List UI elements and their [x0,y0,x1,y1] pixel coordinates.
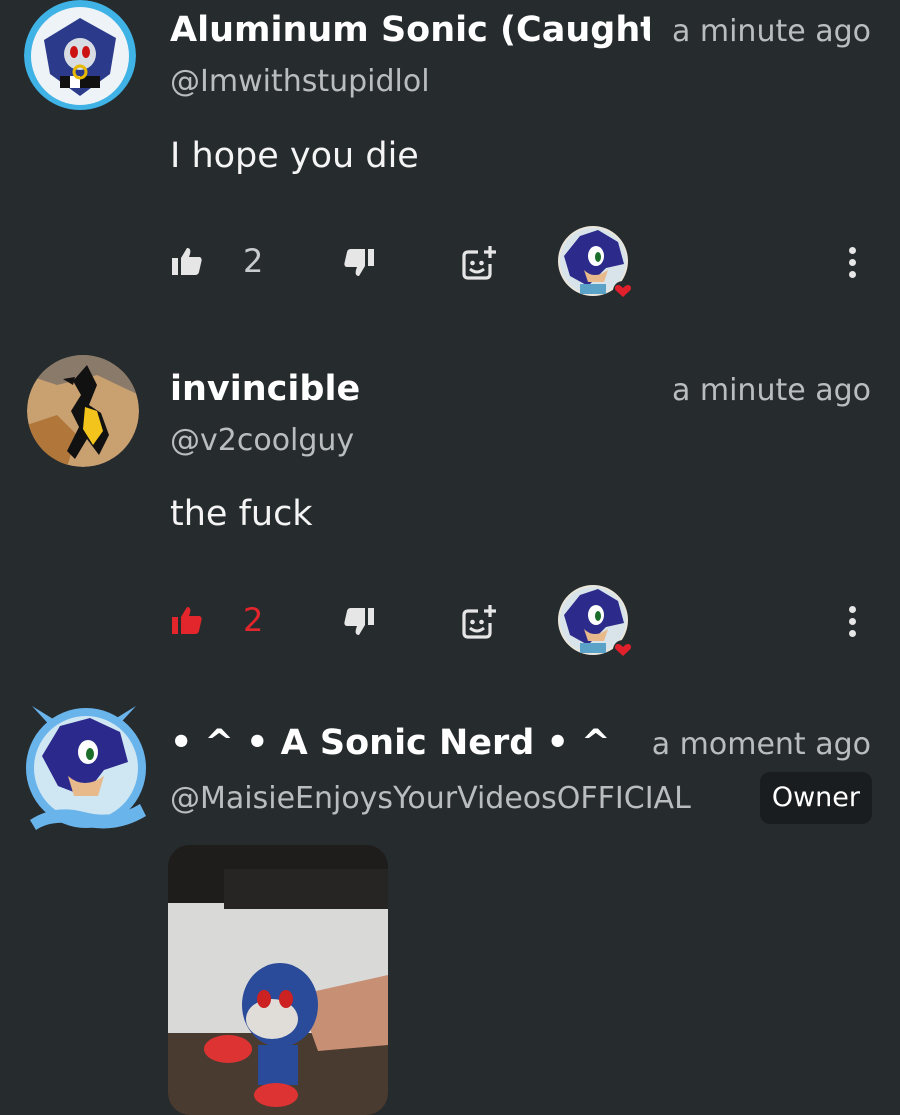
comment-text: the fuck [170,494,313,534]
more-options-icon [849,606,856,613]
comment-actions: 2 [0,581,900,661]
dislike-button[interactable] [340,603,378,641]
comment-author-name[interactable]: invincible [170,369,360,409]
like-button[interactable] [168,601,206,639]
comment-author-name[interactable]: • ^ • A Sonic Nerd • ^ • [170,723,626,763]
like-icon [172,248,202,275]
creator-heart-icon [613,281,633,301]
creator-heart-icon [613,640,633,660]
creator-heart [558,226,633,301]
comment-timestamp: a minute ago [671,373,871,408]
avatar-sonic-nerd[interactable] [24,700,152,836]
reply-button[interactable] [458,242,502,286]
comment-timestamp: a moment ago [651,727,871,762]
more-options-button[interactable] [849,606,859,642]
comment-actions: 2 [0,222,900,302]
more-options-icon [849,247,856,254]
avatar-aluminum-sonic[interactable] [24,0,136,110]
comment-author-handle[interactable]: @MaisieEnjoysYourVideosOFFICIAL [170,781,691,816]
reply-button[interactable] [458,601,502,645]
dislike-icon [344,608,374,635]
comment-author-handle[interactable]: @v2coolguy [170,423,354,458]
dislike-icon [344,249,374,276]
comment-text: I hope you die [170,136,419,176]
reply-icon [462,605,496,639]
like-count: 2 [243,601,264,639]
reply-icon [462,246,496,280]
like-button[interactable] [168,242,206,280]
comment-author-handle[interactable]: @Imwithstupidlol [170,64,430,99]
owner-badge: Owner [759,772,872,824]
comment-timestamp: a minute ago [671,14,871,49]
avatar-invincible[interactable] [27,355,139,467]
comment-author-name[interactable]: Aluminum Sonic (Caught [170,10,650,50]
more-options-button[interactable] [849,247,859,283]
like-icon [172,607,202,634]
creator-heart [558,585,633,660]
comment-attached-image[interactable] [168,845,388,1115]
dislike-button[interactable] [340,244,378,282]
like-count: 2 [243,242,264,280]
